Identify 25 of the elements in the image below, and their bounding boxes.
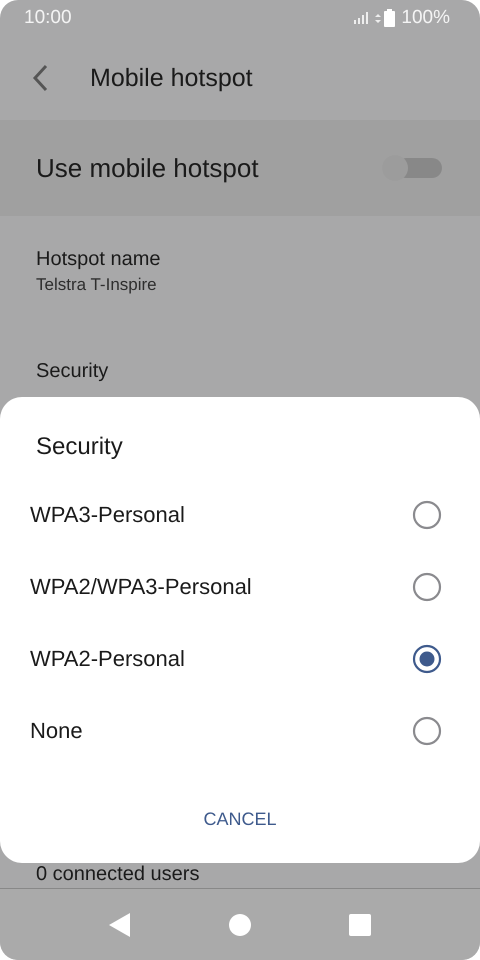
back-icon[interactable]: [32, 64, 48, 92]
radio-button[interactable]: [412, 500, 442, 530]
battery-icon: [384, 9, 396, 27]
security-option[interactable]: WPA2/WPA3-Personal: [0, 551, 480, 623]
status-time: 10:00: [24, 7, 72, 29]
setting-value: Telstra T-Inspire: [36, 275, 158, 295]
data-arrows-icon: [375, 12, 382, 24]
setting-title: Hotspot name: [36, 248, 162, 271]
cancel-button[interactable]: CANCEL: [187, 799, 293, 840]
radio-button[interactable]: [412, 716, 442, 746]
home-nav-icon[interactable]: [229, 914, 251, 936]
security-option[interactable]: WPA3-Personal: [0, 479, 480, 551]
dialog-title: Security: [36, 433, 124, 461]
screen-title: Mobile hotspot: [90, 64, 253, 92]
back-nav-icon[interactable]: [109, 912, 131, 936]
recents-nav-icon[interactable]: [349, 914, 371, 936]
radio-button[interactable]: [412, 572, 442, 602]
toggle-switch[interactable]: [382, 155, 442, 181]
battery-percentage: 100%: [401, 7, 450, 29]
toggle-label: Use mobile hotspot: [36, 152, 259, 184]
security-option[interactable]: WPA2-Personal: [0, 623, 480, 695]
security-option[interactable]: None: [0, 695, 480, 767]
hotspot-toggle-row[interactable]: Use mobile hotspot: [0, 120, 480, 216]
radio-button[interactable]: [412, 644, 442, 674]
setting-title: Security: [36, 360, 110, 383]
